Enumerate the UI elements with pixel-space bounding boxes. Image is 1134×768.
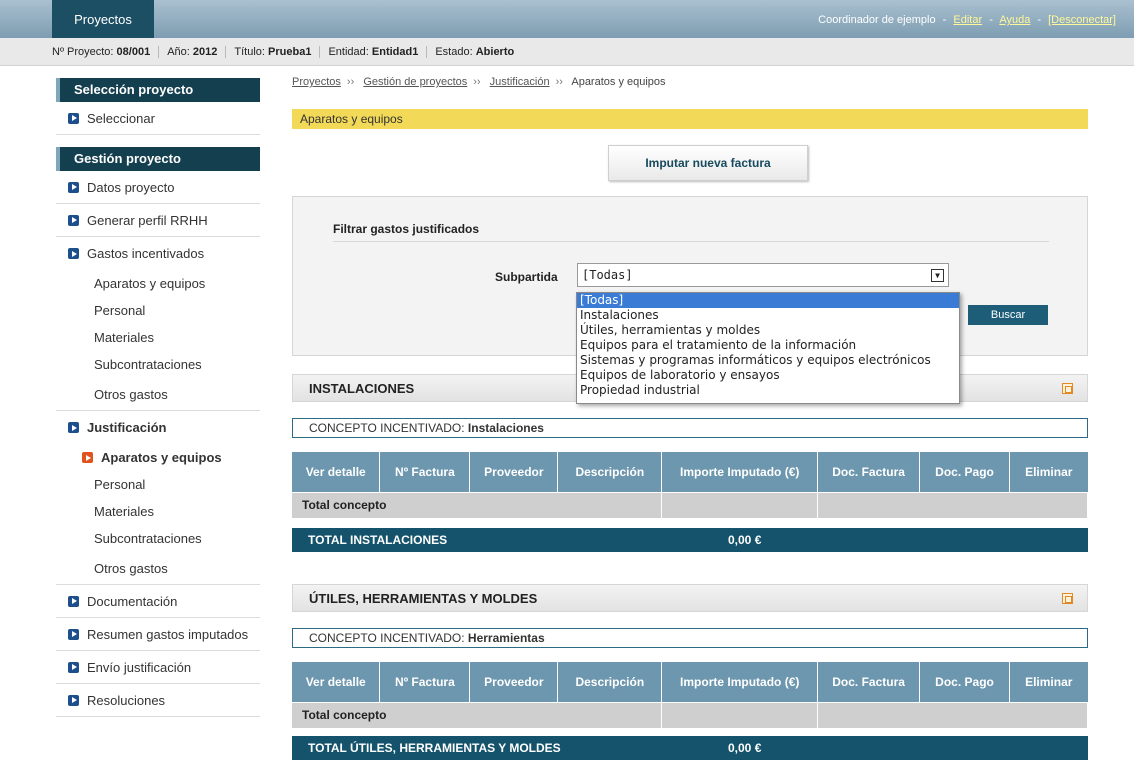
sidebar-subitem-just-otros[interactable]: Otros gastos (56, 552, 260, 585)
sidebar-subitem-materiales[interactable]: Materiales (56, 324, 260, 351)
concepto-herramientas: CONCEPTO INCENTIVADO: Herramientas (292, 628, 1088, 648)
dropdown-option[interactable]: Equipos para el tratamiento de la inform… (577, 338, 959, 353)
user-name: Coordinador de ejemplo (818, 14, 936, 26)
sidebar-heading-seleccion: Selección proyecto (56, 78, 260, 102)
sidebar: Selección proyecto Seleccionar Gestión p… (56, 78, 260, 717)
col-importe: Importe Imputado (€) (661, 452, 819, 492)
info-entity: Entidad: Entidad1 (320, 45, 428, 58)
arrow-icon (68, 248, 79, 259)
info-year: Año: 2012 (159, 45, 227, 58)
col-num-factura: Nº Factura (379, 452, 471, 492)
total-concepto-value (661, 701, 819, 728)
table-row: Total concepto (292, 701, 1088, 728)
invoices-table-utiles: Ver detalle Nº Factura Proveedor Descrip… (292, 662, 1088, 728)
concepto-instalaciones: CONCEPTO INCENTIVADO: Instalaciones (292, 418, 1088, 438)
divider (333, 241, 1049, 242)
sidebar-subitem-just-materiales[interactable]: Materiales (56, 498, 260, 525)
sidebar-subitem-otros-gastos[interactable]: Otros gastos (56, 378, 260, 411)
user-links: Coordinador de ejemplo - Editar - Ayuda … (818, 14, 1116, 26)
arrow-icon (68, 112, 79, 124)
sidebar-subitem-just-aparatos[interactable]: Aparatos y equipos (56, 444, 260, 471)
total-concepto-label: Total concepto (292, 701, 663, 728)
table-row: Total concepto (292, 491, 1088, 518)
help-link[interactable]: Ayuda (999, 14, 1030, 26)
copy-icon[interactable] (1062, 593, 1073, 604)
breadcrumb-gestion[interactable]: Gestión de proyectos (363, 76, 467, 88)
sidebar-subitem-personal[interactable]: Personal (56, 297, 260, 324)
info-title: Título: Prueba1 (226, 45, 321, 58)
dropdown-arrow-icon[interactable]: ▼ (931, 269, 944, 282)
col-ver-detalle: Ver detalle (292, 662, 381, 702)
sidebar-item-resoluciones[interactable]: Resoluciones (56, 684, 260, 717)
filter-title: Filtrar gastos justificados (333, 222, 480, 236)
col-doc-factura: Doc. Factura (817, 452, 921, 492)
sidebar-heading-gestion: Gestión proyecto (56, 147, 260, 171)
breadcrumb-current: Aparatos y equipos (571, 76, 666, 88)
col-descripcion: Descripción (557, 662, 663, 702)
breadcrumb: Proyectos ›› Gestión de proyectos ›› Justi… (292, 76, 666, 88)
logout-link[interactable]: [Desconectar] (1048, 14, 1116, 26)
dropdown-option[interactable]: [Todas] (577, 293, 959, 308)
dropdown-option[interactable]: Instalaciones (577, 308, 959, 323)
info-project-number: Nº Proyecto: 08/001 (52, 45, 160, 58)
total-instalaciones-bar: TOTAL INSTALACIONES 0,00 € (292, 528, 1088, 552)
arrow-icon (68, 595, 79, 607)
sidebar-item-documentacion[interactable]: Documentación (56, 585, 260, 618)
sidebar-item-seleccionar[interactable]: Seleccionar (56, 102, 260, 135)
arrow-icon (68, 422, 79, 433)
arrow-icon (68, 628, 79, 640)
subpartida-dropdown-list: [Todas] Instalaciones Útiles, herramient… (576, 292, 960, 404)
sidebar-subitem-subcontrataciones[interactable]: Subcontrataciones (56, 351, 260, 378)
section-header-utiles: ÚTILES, HERRAMIENTAS Y MOLDES (292, 584, 1088, 612)
col-proveedor: Proveedor (469, 452, 559, 492)
arrow-icon (68, 181, 79, 193)
col-doc-factura: Doc. Factura (817, 662, 921, 702)
breadcrumb-justificacion[interactable]: Justificación (490, 76, 550, 88)
invoices-table-instalaciones: Ver detalle Nº Factura Proveedor Descrip… (292, 452, 1088, 518)
col-eliminar: Eliminar (1009, 452, 1088, 492)
col-ver-detalle: Ver detalle (292, 452, 381, 492)
col-eliminar: Eliminar (1009, 662, 1088, 702)
dropdown-option[interactable]: Útiles, herramientas y moldes (577, 323, 959, 338)
arrow-icon (68, 694, 79, 706)
search-button[interactable]: Buscar (968, 305, 1048, 325)
col-importe: Importe Imputado (€) (661, 662, 819, 702)
col-descripcion: Descripción (557, 452, 663, 492)
sidebar-subitem-just-personal[interactable]: Personal (56, 471, 260, 498)
subpartida-select[interactable]: [Todas] ▼ (577, 263, 949, 287)
total-concepto-label: Total concepto (292, 491, 663, 518)
new-invoice-button[interactable]: Imputar nueva factura (608, 145, 808, 181)
sidebar-subitem-just-subcontrataciones[interactable]: Subcontrataciones (56, 525, 260, 552)
edit-link[interactable]: Editar (953, 14, 982, 26)
arrow-icon (68, 661, 79, 673)
active-arrow-icon (82, 452, 93, 463)
total-concepto-value (661, 491, 819, 518)
dropdown-option[interactable]: Propiedad industrial (577, 383, 959, 398)
col-proveedor: Proveedor (469, 662, 559, 702)
app-tab-proyectos[interactable]: Proyectos (52, 0, 154, 38)
col-num-factura: Nº Factura (379, 662, 471, 702)
top-bar: Proyectos Coordinador de ejemplo - Edita… (0, 0, 1134, 38)
dropdown-option[interactable]: Equipos de laboratorio y ensayos (577, 368, 959, 383)
copy-icon[interactable] (1062, 383, 1073, 394)
arrow-icon (68, 214, 79, 226)
sidebar-item-datos-proyecto[interactable]: Datos proyecto (56, 171, 260, 204)
col-doc-pago: Doc. Pago (919, 452, 1010, 492)
breadcrumb-proyectos[interactable]: Proyectos (292, 76, 341, 88)
sidebar-item-perfil-rrhh[interactable]: Generar perfil RRHH (56, 204, 260, 237)
project-info-bar: Nº Proyecto: 08/001 Año: 2012 Título: Pr… (0, 38, 1134, 66)
sidebar-item-envio[interactable]: Envío justificación (56, 651, 260, 684)
sidebar-subitem-aparatos[interactable]: Aparatos y equipos (56, 270, 260, 297)
subpartida-label: Subpartida (495, 270, 558, 284)
col-doc-pago: Doc. Pago (919, 662, 1010, 702)
total-utiles-bar: TOTAL ÚTILES, HERRAMIENTAS Y MOLDES 0,00… (292, 736, 1088, 760)
sidebar-item-gastos-incentivados[interactable]: Gastos incentivados (56, 237, 260, 270)
dropdown-option[interactable]: Sistemas y programas informáticos y equi… (577, 353, 959, 368)
page-title: Aparatos y equipos (292, 109, 1088, 129)
sidebar-item-resumen[interactable]: Resumen gastos imputados (56, 618, 260, 651)
info-status: Estado: Abierto (435, 45, 515, 58)
sidebar-item-justificacion[interactable]: Justificación (56, 411, 260, 444)
